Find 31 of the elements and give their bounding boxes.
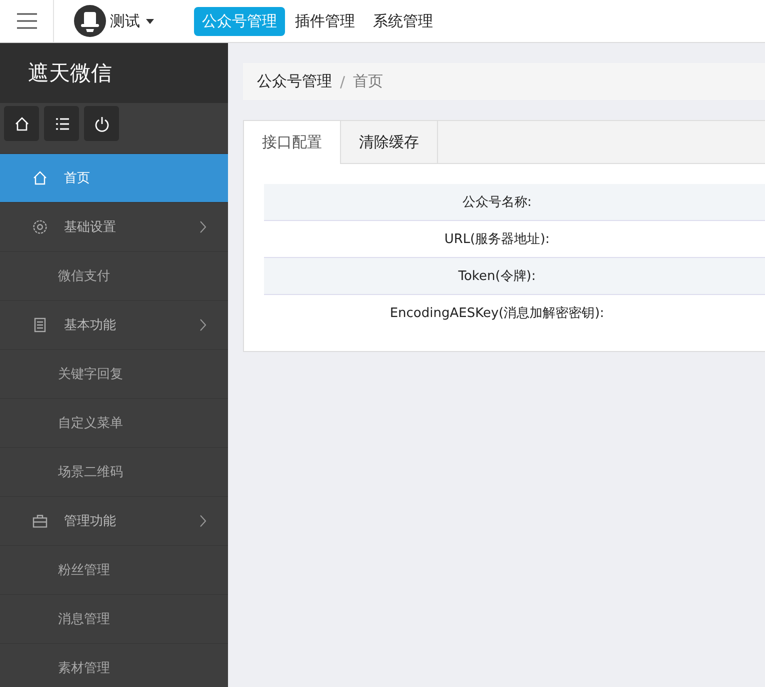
list-icon [54, 116, 70, 132]
field-label: Token(令牌): [457, 268, 537, 285]
caret-icon[interactable] [146, 18, 154, 24]
tab[interactable]: 清除缓存 [341, 121, 438, 164]
chevron-icon [200, 319, 206, 331]
list-button[interactable] [44, 106, 79, 141]
tab[interactable]: 接口配置 [244, 121, 341, 164]
briefcase-icon [32, 513, 48, 529]
power-button[interactable] [84, 106, 119, 141]
field-label: EncodingAESKey(消息加解密密钥): [388, 305, 606, 322]
user-menu[interactable]: 测试 [110, 12, 140, 30]
field-label: URL(服务器地址): [443, 231, 551, 248]
nav-tab[interactable]: 公众号管理 [194, 6, 285, 36]
nav-tab[interactable]: 插件管理 [287, 6, 363, 36]
chevron-icon [200, 515, 206, 527]
home-button[interactable] [4, 106, 39, 141]
breadcrumb-item[interactable]: 公众号管理 [257, 72, 332, 91]
field-label: 公众号名称: [461, 194, 533, 211]
breadcrumb-item: 首页 [353, 72, 384, 91]
nav-tab[interactable]: 系统管理 [365, 6, 441, 36]
menu-item[interactable]: 首页 [0, 153, 228, 202]
home-icon [32, 170, 48, 186]
document-icon [32, 317, 48, 333]
chevron-icon [200, 221, 206, 233]
logo-text: 遮天微信 [28, 60, 112, 87]
home-icon [14, 116, 30, 132]
power-icon [94, 116, 110, 132]
avatar-icon[interactable] [74, 5, 106, 37]
breadcrumb-separator: / [340, 72, 346, 90]
menu-icon[interactable] [16, 13, 36, 29]
gear-icon [32, 219, 48, 235]
